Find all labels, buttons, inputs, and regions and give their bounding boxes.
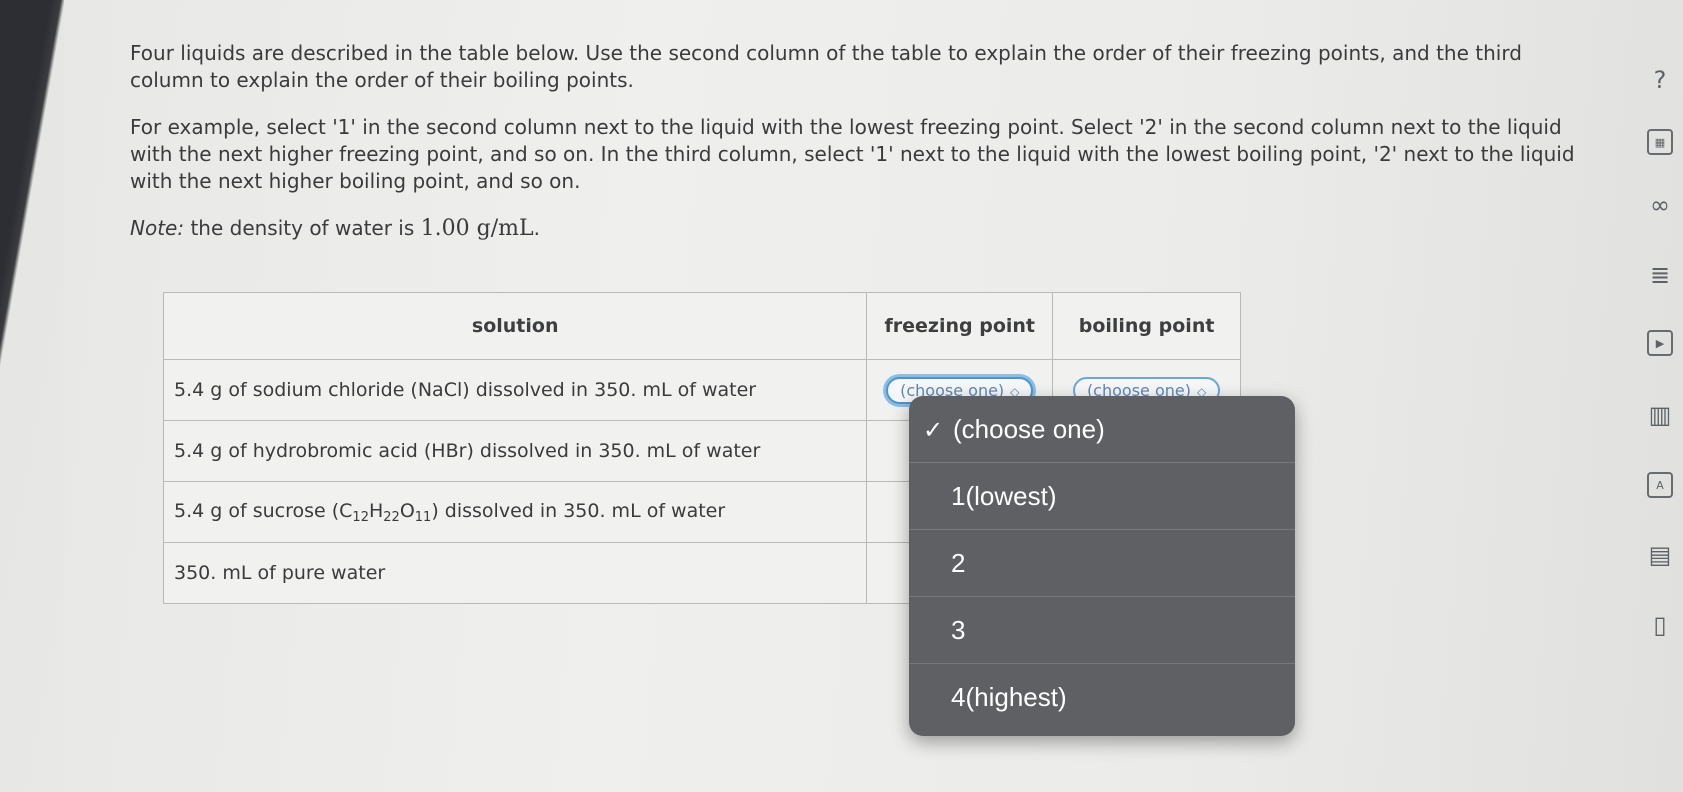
book-icon[interactable]: ▤ [1640,535,1680,575]
table-header-row: solution freezing point boiling point [162,292,1241,360]
prompt-paragraph-1: Four liquids are described in the table … [130,41,1522,92]
subscript: 12 [352,509,369,525]
element-symbol: H [368,499,384,522]
note-label: Note: [130,216,185,240]
question-prompt: Four liquids are described in the table … [130,40,1580,262]
dropdown-option-2[interactable]: 2 [909,530,1295,597]
bookmark-icon[interactable]: ▯ [1640,605,1680,645]
element-symbol: O [399,499,415,522]
header-freezing-point: freezing point [866,292,1054,360]
help-glyph: ? [1653,66,1667,94]
video-icon[interactable]: ▶ [1640,323,1680,363]
row-solution-water: 350. mL of pure water [162,542,868,604]
periodic-box: A [1647,472,1673,498]
dropdown-option-4[interactable]: 4(highest) [909,664,1295,731]
header-solution: solution [162,292,868,360]
notes-icon[interactable]: ≣ [1640,255,1680,295]
sucrose-text-pre: 5.4 g of sucrose (C [174,499,353,522]
prompt-paragraph-2: For example, select '1' in the second co… [130,115,1575,193]
infinity-icon[interactable]: ∞ [1640,185,1680,225]
subscript: 11 [414,509,432,525]
row-solution-hbr: 5.4 g of hydrobromic acid (HBr) dissolve… [162,420,868,482]
subscript: 22 [383,509,400,525]
note-end: . [533,216,540,240]
dropdown-option-3[interactable]: 3 [909,597,1295,664]
periodic-table-icon[interactable]: A [1640,465,1680,505]
dropdown-option-1[interactable]: 1(lowest) [909,463,1295,530]
note-density-value: 1.00 g/mL [420,216,534,241]
rank-dropdown-menu: ✓ (choose one) 1(lowest) 2 3 4(highest) [909,396,1295,736]
prompt-note: Note: the density of water is 1.00 g/mL. [130,215,1580,242]
checkmark-icon: ✓ [923,417,944,444]
question-icon[interactable]: ? [1640,60,1680,100]
row-solution-nacl: 5.4 g of sodium chloride (NaCl) dissolve… [162,359,868,421]
dropdown-option-choose-one[interactable]: ✓ (choose one) [909,396,1295,463]
calculator-box: ▦ [1647,129,1673,155]
header-boiling-point: boiling point [1052,292,1241,360]
sucrose-text-post: ) dissolved in 350. mL of water [431,499,726,522]
row-solution-sucrose: 5.4 g of sucrose (C12H22O11) dissolved i… [162,481,868,543]
video-box: ▶ [1647,330,1673,356]
note-text: the density of water is [190,216,415,240]
option-label: (choose one) [953,414,1105,444]
chart-icon[interactable]: ▥ [1640,395,1680,435]
calculator-icon[interactable]: ▦ [1640,122,1680,162]
